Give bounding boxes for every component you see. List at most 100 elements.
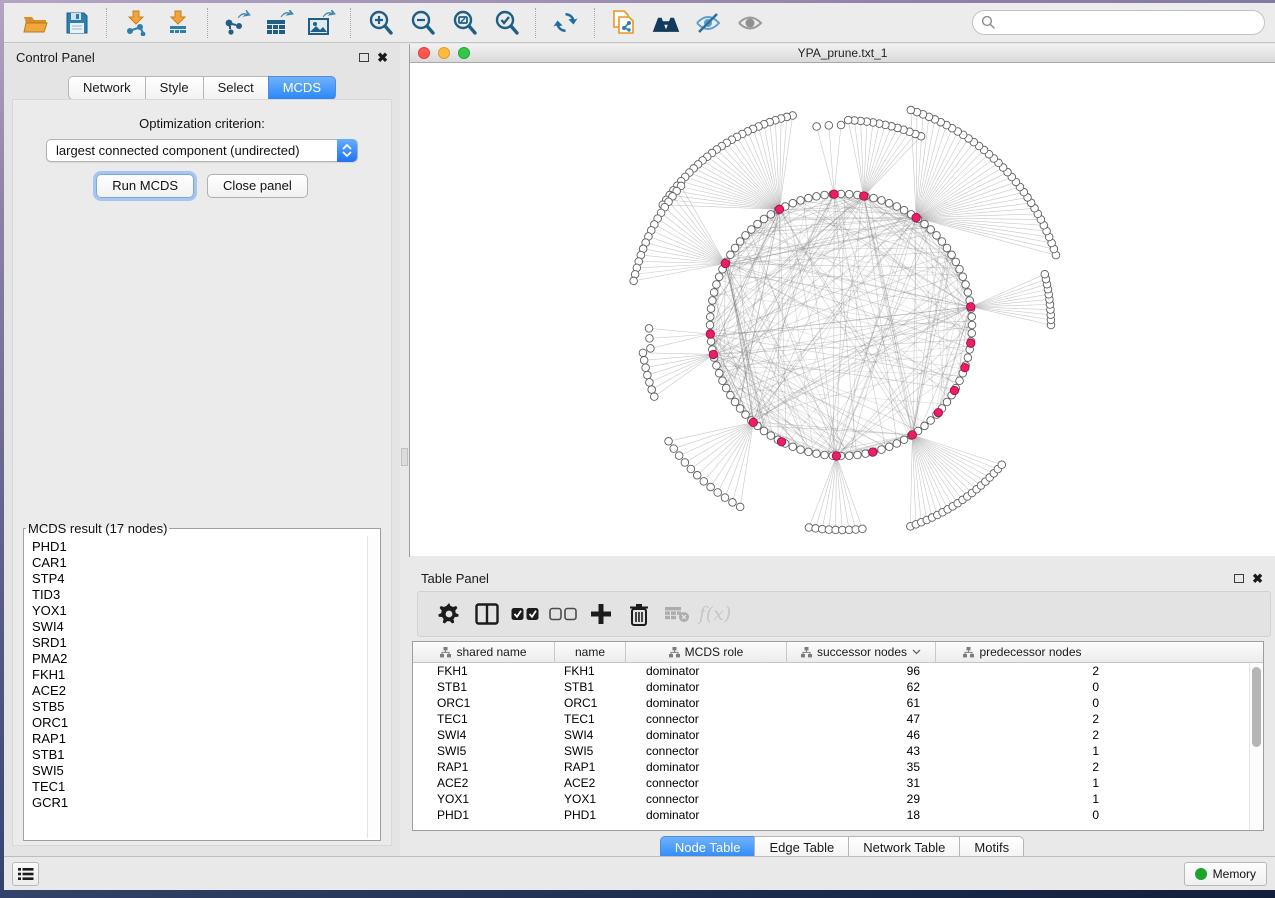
mcds-result-item[interactable]: SWI5 xyxy=(32,763,366,779)
table-row[interactable]: FKH1FKH1dominator962 xyxy=(413,663,1249,679)
close-panel-icon[interactable]: ✖ xyxy=(377,51,388,64)
import-table-icon[interactable] xyxy=(163,9,193,37)
zoom-fit-icon[interactable] xyxy=(449,9,479,37)
network-graph[interactable] xyxy=(410,63,1275,556)
column-selector-icon[interactable] xyxy=(470,599,504,629)
mcds-result-item[interactable]: RAP1 xyxy=(32,731,366,747)
delete-icon[interactable] xyxy=(622,599,656,629)
memory-button[interactable]: Memory xyxy=(1184,862,1267,886)
mcds-result-item[interactable]: SWI4 xyxy=(32,619,366,635)
window-maximize-traffic-light[interactable] xyxy=(458,47,470,59)
table-scrollbar[interactable] xyxy=(1249,663,1263,830)
mcds-result-item[interactable]: PHD1 xyxy=(32,539,366,555)
mcds-result-item[interactable]: STP4 xyxy=(32,571,366,587)
table-row[interactable]: TEC1TEC1connector472 xyxy=(413,711,1249,727)
table-row[interactable]: SWI4SWI4dominator462 xyxy=(413,727,1249,743)
hide-selected-icon[interactable] xyxy=(693,9,723,37)
table-cell-predecessor-nodes: 1 xyxy=(936,776,1109,790)
show-all-icon[interactable] xyxy=(735,9,765,37)
tab-style[interactable]: Style xyxy=(145,76,203,100)
zoom-selected-icon[interactable] xyxy=(491,9,521,37)
table-row[interactable]: RAP1RAP1dominator352 xyxy=(413,759,1249,775)
window-minimize-traffic-light[interactable] xyxy=(438,47,450,59)
open-folder-icon[interactable] xyxy=(20,9,50,37)
clone-network-icon[interactable] xyxy=(609,9,639,37)
search-input[interactable] xyxy=(1001,16,1256,30)
table-row[interactable]: PHD1PHD1dominator180 xyxy=(413,807,1249,823)
table-cell-successor-nodes: 31 xyxy=(787,776,936,790)
column-header-shared-name[interactable]: shared name xyxy=(413,642,555,662)
mcds-result-item[interactable]: SRD1 xyxy=(32,635,366,651)
mcds-result-item[interactable]: STB5 xyxy=(32,699,366,715)
float-panel-icon[interactable] xyxy=(359,53,369,62)
network-title: YPA_prune.txt_1 xyxy=(410,46,1275,60)
export-image-icon[interactable] xyxy=(306,9,336,37)
table-row[interactable]: SWI5SWI5connector431 xyxy=(413,743,1249,759)
column-header-name[interactable]: name xyxy=(555,642,626,662)
window-close-traffic-light[interactable] xyxy=(418,47,430,59)
table-cell-shared-name: PHD1 xyxy=(413,808,555,822)
table-cell-name: RAP1 xyxy=(555,760,626,774)
splitter-grip[interactable] xyxy=(401,448,408,466)
main-toolbar xyxy=(4,3,1275,43)
column-header-predecessor-nodes[interactable]: predecessor nodes xyxy=(936,642,1109,662)
mcds-result-item[interactable]: FKH1 xyxy=(32,667,366,683)
select-all-icon[interactable] xyxy=(508,599,542,629)
zoom-in-icon[interactable] xyxy=(365,9,395,37)
toolbar-separator xyxy=(207,8,208,38)
table-row[interactable]: ORC1ORC1dominator610 xyxy=(413,695,1249,711)
deselect-all-icon[interactable] xyxy=(546,599,580,629)
mcds-result-item[interactable]: STB1 xyxy=(32,747,366,763)
network-canvas[interactable] xyxy=(410,63,1275,556)
export-network-icon[interactable] xyxy=(222,9,252,37)
table-cell-shared-name: YOX1 xyxy=(413,792,555,806)
control-panel: Control Panel ✖ NetworkStyleSelectMCDS O… xyxy=(4,44,400,856)
tab-network[interactable]: Network xyxy=(68,76,145,100)
table-settings-gear-icon[interactable] xyxy=(432,599,466,629)
tab-mcds[interactable]: MCDS xyxy=(268,76,336,100)
node-table-body[interactable]: FKH1FKH1dominator962STB1STB1dominator620… xyxy=(413,663,1249,830)
close-panel-icon[interactable]: ✖ xyxy=(1252,572,1263,585)
mcds-result-scrollbar[interactable] xyxy=(367,536,379,838)
mcds-result-list[interactable]: PHD1CAR1STP4TID3YOX1SWI4SRD1PMA2FKH1ACE2… xyxy=(26,536,366,838)
mcds-result-item[interactable]: CAR1 xyxy=(32,555,366,571)
save-icon[interactable] xyxy=(62,9,92,37)
table-cell-mcds-role: dominator xyxy=(626,696,787,710)
column-header-successor-nodes[interactable]: successor nodes xyxy=(787,642,936,662)
table-scrollbar-thumb[interactable] xyxy=(1252,667,1261,747)
add-icon[interactable] xyxy=(584,599,618,629)
run-mcds-button[interactable]: Run MCDS xyxy=(96,174,194,198)
table-row[interactable]: STB1STB1dominator620 xyxy=(413,679,1249,695)
table-cell-successor-nodes: 61 xyxy=(787,696,936,710)
export-table-icon[interactable] xyxy=(264,9,294,37)
mcds-result-item[interactable]: TEC1 xyxy=(32,779,366,795)
table-row[interactable]: ACE2ACE2connector311 xyxy=(413,775,1249,791)
mcds-result-item[interactable]: YOX1 xyxy=(32,603,366,619)
mcds-result-item[interactable]: GCR1 xyxy=(32,795,366,811)
vertical-splitter[interactable] xyxy=(400,44,409,856)
mcds-result-item[interactable]: TID3 xyxy=(32,587,366,603)
refresh-icon[interactable] xyxy=(550,9,580,37)
mcds-result-item[interactable]: PMA2 xyxy=(32,651,366,667)
column-label: successor nodes xyxy=(817,645,907,659)
table-row[interactable]: YOX1YOX1connector291 xyxy=(413,791,1249,807)
import-network-icon[interactable] xyxy=(121,9,151,37)
mcds-result-item[interactable]: ACE2 xyxy=(32,683,366,699)
zoom-out-icon[interactable] xyxy=(407,9,437,37)
close-panel-button[interactable]: Close panel xyxy=(207,174,308,198)
mcds-result-item[interactable]: ORC1 xyxy=(32,715,366,731)
binoculars-icon[interactable] xyxy=(651,9,681,37)
float-panel-icon[interactable] xyxy=(1234,574,1244,583)
tab-select[interactable]: Select xyxy=(203,76,268,100)
column-header-mcds-role[interactable]: MCDS role xyxy=(626,642,787,662)
task-history-button[interactable] xyxy=(12,862,39,886)
table-cell-predecessor-nodes: 1 xyxy=(936,744,1109,758)
sort-chevron-icon xyxy=(912,649,921,655)
table-cell-mcds-role: connector xyxy=(626,792,787,806)
table-cell-successor-nodes: 46 xyxy=(787,728,936,742)
table-cell-mcds-role: dominator xyxy=(626,808,787,822)
hierarchy-icon xyxy=(963,647,974,658)
control-panel-header: Control Panel ✖ xyxy=(4,44,400,70)
table-cell-mcds-role: connector xyxy=(626,776,787,790)
criterion-dropdown[interactable]: largest connected component (undirected) xyxy=(46,139,358,162)
